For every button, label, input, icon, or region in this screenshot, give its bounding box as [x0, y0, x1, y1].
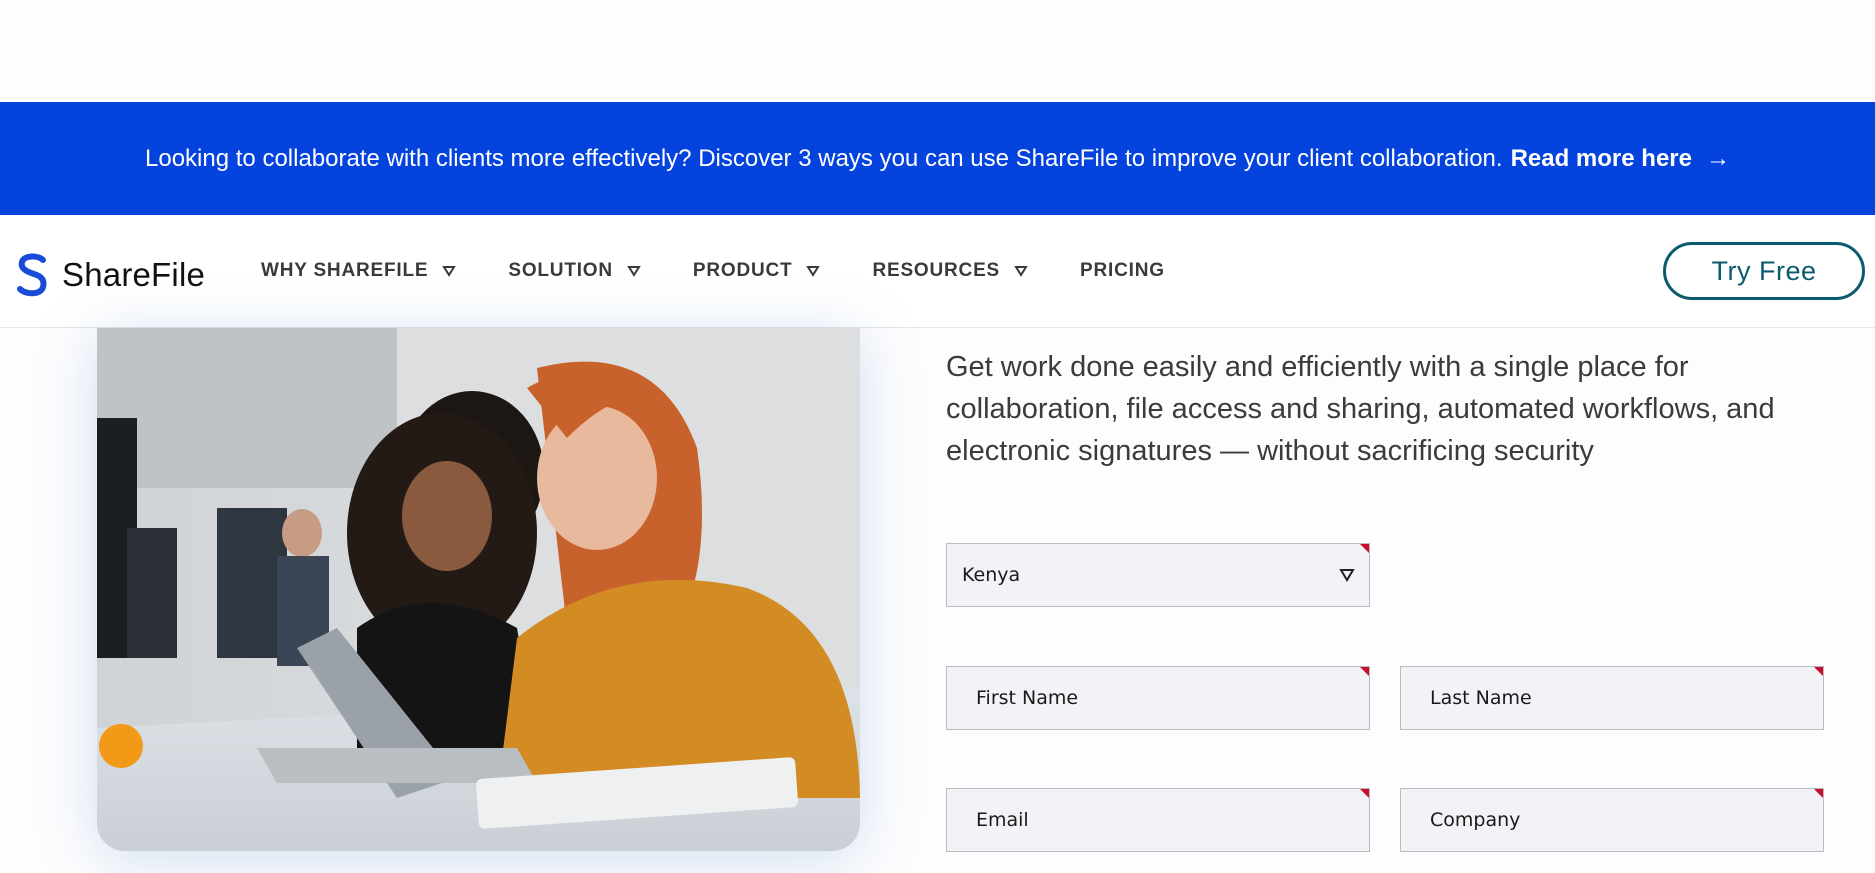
- read-more-link[interactable]: Read more here: [1511, 145, 1692, 173]
- brand-name: ShareFile: [62, 256, 206, 293]
- nav-item-why-sharefile[interactable]: WHY SHAREFILE: [261, 260, 457, 282]
- main-nav: ShareFile WHY SHAREFILE SOLUTION PRODUCT…: [0, 215, 1875, 328]
- caret-down-icon: [627, 266, 641, 277]
- nav-item-resources[interactable]: RESOURCES: [872, 260, 1028, 282]
- nav-item-label: SOLUTION: [508, 260, 613, 281]
- hero-image: [97, 328, 860, 851]
- caret-down-icon: [1014, 266, 1028, 277]
- first-name-placeholder: First Name: [976, 687, 1079, 709]
- nav-item-pricing[interactable]: PRICING: [1080, 260, 1165, 282]
- caret-down-icon: [442, 266, 457, 277]
- email-field[interactable]: Email: [946, 788, 1370, 852]
- caret-down-icon: [1339, 569, 1355, 582]
- nav-item-label: WHY SHAREFILE: [261, 260, 429, 281]
- top-spacer: [0, 0, 1875, 102]
- first-name-field[interactable]: First Name: [946, 666, 1370, 730]
- company-placeholder: Company: [1430, 809, 1521, 831]
- company-field[interactable]: Company: [1400, 788, 1824, 852]
- country-select[interactable]: Kenya: [946, 543, 1370, 607]
- try-free-button[interactable]: Try Free: [1663, 242, 1865, 300]
- arrow-right-icon[interactable]: →: [1706, 145, 1730, 173]
- nav-item-label: RESOURCES: [872, 260, 1001, 281]
- country-value: Kenya: [962, 564, 1021, 586]
- caret-down-icon: [806, 266, 821, 277]
- email-placeholder: Email: [976, 809, 1029, 831]
- office-photo: [97, 328, 860, 851]
- promo-banner: Looking to collaborate with clients more…: [0, 102, 1875, 215]
- nav-item-label: PRICING: [1080, 260, 1165, 281]
- nav-item-solution[interactable]: SOLUTION: [508, 260, 641, 282]
- nav-menu: WHY SHAREFILE SOLUTION PRODUCT RESOURCES…: [261, 215, 1217, 327]
- nav-item-product[interactable]: PRODUCT: [693, 260, 821, 282]
- nav-item-label: PRODUCT: [692, 260, 793, 281]
- promo-message: Looking to collaborate with clients more…: [145, 144, 1503, 172]
- sharefile-s-icon: [17, 253, 47, 297]
- sharefile-logo[interactable]: ShareFile: [14, 252, 205, 298]
- hero-intro: Get work done easily and efficiently wit…: [946, 351, 1775, 467]
- last-name-placeholder: Last Name: [1430, 687, 1532, 709]
- last-name-field[interactable]: Last Name: [1400, 666, 1824, 730]
